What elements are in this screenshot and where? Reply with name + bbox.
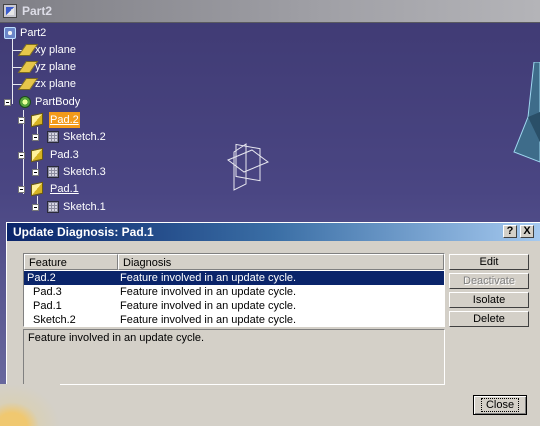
dialog-titlebar[interactable]: Update Diagnosis: Pad.1 ? X — [7, 223, 540, 241]
tree-node-label: Sketch.3 — [63, 166, 106, 178]
tree-node-label: Sketch.2 — [63, 131, 106, 143]
collapse-icon[interactable] — [18, 186, 25, 193]
sketch-icon — [47, 131, 59, 143]
table-row[interactable]: Sketch.2 Feature involved in an update c… — [24, 313, 444, 327]
cell-feature: Pad.1 — [33, 300, 62, 312]
specification-tree: Part2 xy plane yz plane zx plane PartBod… — [0, 22, 200, 222]
expand-icon[interactable] — [32, 134, 39, 141]
deactivate-button[interactable]: Deactivate — [449, 273, 529, 289]
part-icon — [4, 27, 16, 39]
tree-node-label: xy plane — [35, 44, 76, 56]
column-header-diagnosis[interactable]: Diagnosis — [118, 254, 444, 270]
part-geometry-icon[interactable] — [508, 62, 540, 172]
pad-icon — [31, 112, 43, 128]
diagnosis-message: Feature involved in an update cycle. — [28, 332, 205, 344]
cell-diagnosis: Feature involved in an update cycle. — [120, 272, 297, 284]
compass-decoration — [0, 384, 60, 426]
expand-icon[interactable] — [32, 169, 39, 176]
cell-diagnosis: Feature involved in an update cycle. — [120, 286, 297, 298]
axis-system-icon[interactable] — [222, 140, 274, 192]
collapse-icon[interactable] — [4, 99, 11, 106]
help-button[interactable]: ? — [503, 225, 517, 238]
table-row[interactable]: Pad.1 Feature involved in an update cycl… — [24, 299, 444, 313]
collapse-icon[interactable] — [18, 117, 25, 124]
sketch-icon — [47, 201, 59, 213]
table-row[interactable]: Pad.3 Feature involved in an update cycl… — [24, 285, 444, 299]
delete-button[interactable]: Delete — [449, 311, 529, 327]
diagnosis-table[interactable]: Feature Diagnosis Pad.2 Feature involved… — [23, 253, 445, 327]
tree-node-label: Sketch.1 — [63, 201, 106, 213]
tree-node-label: Pad.2 — [49, 112, 80, 128]
tree-node-label: PartBody — [35, 96, 81, 108]
cell-feature: Pad.2 — [27, 272, 56, 284]
tree-node-label: Part2 — [20, 27, 47, 39]
column-header-feature[interactable]: Feature — [24, 254, 118, 270]
tree-node-label: zx plane — [35, 78, 76, 90]
pad-icon — [31, 181, 43, 197]
catia-window-icon[interactable] — [3, 4, 17, 18]
cell-feature: Pad.3 — [33, 286, 62, 298]
cell-diagnosis: Feature involved in an update cycle. — [120, 314, 297, 326]
dialog-title: Update Diagnosis: Pad.1 — [13, 225, 154, 239]
close-button[interactable]: Close — [473, 395, 527, 415]
window-titlebar: Part2 — [0, 0, 540, 23]
close-x-button[interactable]: X — [520, 225, 534, 238]
cell-diagnosis: Feature involved in an update cycle. — [120, 300, 297, 312]
collapse-icon[interactable] — [18, 152, 25, 159]
update-diagnosis-dialog: Update Diagnosis: Pad.1 ? X Feature Diag… — [6, 222, 540, 426]
window-title: Part2 — [22, 4, 53, 18]
expand-icon[interactable] — [32, 204, 39, 211]
isolate-button[interactable]: Isolate — [449, 292, 529, 308]
diagnosis-message-box: Feature involved in an update cycle. — [23, 329, 445, 385]
sketch-icon — [47, 166, 59, 178]
close-button-label: Close — [480, 398, 520, 412]
edit-button[interactable]: Edit — [449, 254, 529, 270]
tree-node-label: yz plane — [35, 61, 76, 73]
tree-node-label: Pad.1 — [50, 183, 79, 195]
cell-feature: Sketch.2 — [33, 314, 76, 326]
tree-node-label: Pad.3 — [50, 149, 79, 161]
pad-icon — [31, 147, 43, 163]
partbody-icon — [19, 96, 31, 108]
tree-connector-line — [12, 38, 13, 104]
table-row[interactable]: Pad.2 Feature involved in an update cycl… — [24, 271, 444, 285]
